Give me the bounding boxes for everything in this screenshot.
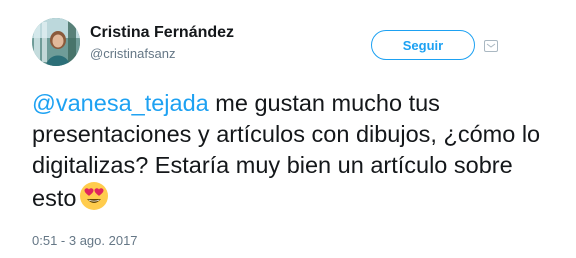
avatar[interactable]: [32, 18, 80, 66]
tweet-text: @vanesa_tejada me gustan mucho tus prese…: [32, 88, 552, 214]
heart-eyes-emoji-icon: [80, 182, 109, 210]
follow-button[interactable]: Seguir: [371, 30, 475, 60]
tweet-timestamp[interactable]: 0:51 - 3 ago. 2017: [32, 233, 138, 248]
user-handle[interactable]: @cristinafsanz: [90, 46, 175, 61]
avatar-photo: [32, 18, 80, 66]
twitter-bird-icon[interactable]: [484, 40, 498, 52]
mention-link[interactable]: @vanesa_tejada: [32, 90, 209, 116]
display-name[interactable]: Cristina Fernández: [90, 24, 234, 42]
tweet-card: Cristina Fernández @cristinafsanz Seguir…: [0, 0, 576, 258]
